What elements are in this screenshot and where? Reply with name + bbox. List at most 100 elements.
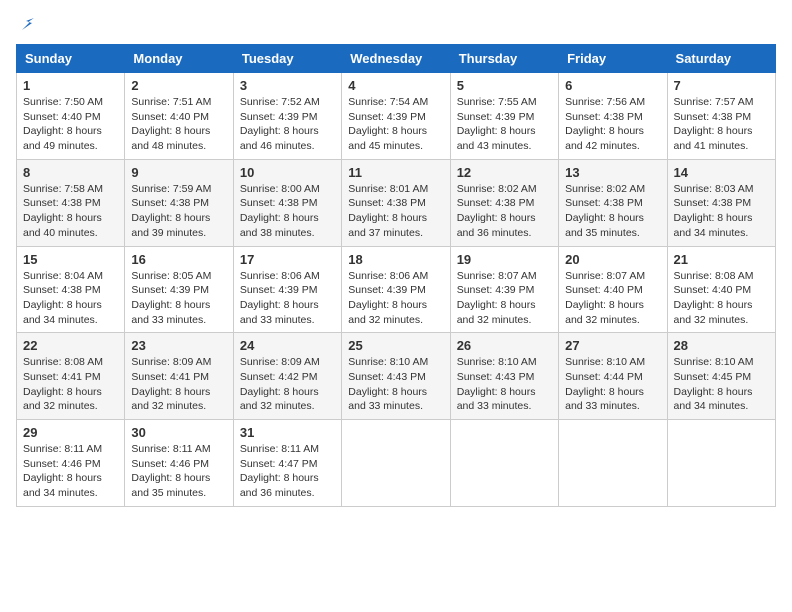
logo-bird-icon: [18, 16, 36, 34]
calendar-week-row: 15Sunrise: 8:04 AMSunset: 4:38 PMDayligh…: [17, 246, 776, 333]
calendar-day-cell: 10Sunrise: 8:00 AMSunset: 4:38 PMDayligh…: [233, 159, 341, 246]
day-info-line: and 32 minutes.: [348, 313, 443, 328]
calendar-day-cell: 27Sunrise: 8:10 AMSunset: 4:44 PMDayligh…: [559, 333, 667, 420]
day-info-line: and 32 minutes.: [131, 399, 226, 414]
day-info-line: Sunrise: 8:07 AM: [565, 269, 660, 284]
day-info-line: Sunset: 4:43 PM: [457, 370, 552, 385]
day-info-line: Daylight: 8 hours: [240, 298, 335, 313]
day-info-line: and 42 minutes.: [565, 139, 660, 154]
page-header: [16, 16, 776, 32]
day-info-line: and 39 minutes.: [131, 226, 226, 241]
calendar-day-cell: [559, 420, 667, 507]
day-info-line: Daylight: 8 hours: [674, 124, 769, 139]
day-info-line: Sunset: 4:39 PM: [240, 110, 335, 125]
day-info-line: Sunset: 4:42 PM: [240, 370, 335, 385]
day-info-line: Sunrise: 8:03 AM: [674, 182, 769, 197]
calendar-header-cell: Wednesday: [342, 45, 450, 73]
day-info-line: Sunset: 4:41 PM: [131, 370, 226, 385]
day-number: 2: [131, 78, 226, 93]
day-info-line: and 32 minutes.: [457, 313, 552, 328]
day-info-line: Sunrise: 8:11 AM: [240, 442, 335, 457]
calendar-day-cell: 29Sunrise: 8:11 AMSunset: 4:46 PMDayligh…: [17, 420, 125, 507]
day-info-line: Daylight: 8 hours: [240, 471, 335, 486]
day-number: 18: [348, 252, 443, 267]
day-info-line: Daylight: 8 hours: [565, 124, 660, 139]
calendar-day-cell: 18Sunrise: 8:06 AMSunset: 4:39 PMDayligh…: [342, 246, 450, 333]
day-info-line: Daylight: 8 hours: [457, 298, 552, 313]
day-info-line: Sunset: 4:47 PM: [240, 457, 335, 472]
calendar-day-cell: 14Sunrise: 8:03 AMSunset: 4:38 PMDayligh…: [667, 159, 775, 246]
day-info-line: Sunrise: 7:52 AM: [240, 95, 335, 110]
day-info-line: Sunrise: 8:10 AM: [674, 355, 769, 370]
calendar-header-cell: Sunday: [17, 45, 125, 73]
day-number: 20: [565, 252, 660, 267]
day-info-line: Sunset: 4:38 PM: [23, 283, 118, 298]
day-info-line: Daylight: 8 hours: [348, 124, 443, 139]
day-info-line: Sunrise: 8:08 AM: [23, 355, 118, 370]
day-info-line: Daylight: 8 hours: [131, 471, 226, 486]
day-info-line: Daylight: 8 hours: [674, 211, 769, 226]
calendar-day-cell: 22 Sunrise: 8:08 AMSunset: 4:41 PMDayligh…: [17, 333, 125, 420]
day-info-line: Sunrise: 7:59 AM: [131, 182, 226, 197]
day-number: 13: [565, 165, 660, 180]
day-info-line: Sunset: 4:39 PM: [240, 283, 335, 298]
day-info-line: Sunrise: 8:01 AM: [348, 182, 443, 197]
day-info-line: Daylight: 8 hours: [23, 385, 118, 400]
day-info-line: and 49 minutes.: [23, 139, 118, 154]
day-info-line: and 38 minutes.: [240, 226, 335, 241]
day-info-line: Sunrise: 7:51 AM: [131, 95, 226, 110]
day-info-line: and 32 minutes.: [674, 313, 769, 328]
day-number: 22: [23, 338, 118, 353]
day-info-line: Sunset: 4:38 PM: [674, 196, 769, 211]
calendar-day-cell: [342, 420, 450, 507]
day-info-line: Sunrise: 8:10 AM: [457, 355, 552, 370]
calendar-day-cell: 21Sunrise: 8:08 AMSunset: 4:40 PMDayligh…: [667, 246, 775, 333]
calendar-day-cell: 24Sunrise: 8:09 AMSunset: 4:42 PMDayligh…: [233, 333, 341, 420]
day-info-line: Sunset: 4:38 PM: [348, 196, 443, 211]
day-info-line: Sunset: 4:38 PM: [674, 110, 769, 125]
day-info-line: and 34 minutes.: [674, 226, 769, 241]
day-number: 27: [565, 338, 660, 353]
day-info-line: Daylight: 8 hours: [674, 385, 769, 400]
day-info-line: Sunrise: 7:57 AM: [674, 95, 769, 110]
day-info-line: Daylight: 8 hours: [565, 385, 660, 400]
day-info-line: Daylight: 8 hours: [457, 211, 552, 226]
day-info-line: and 33 minutes.: [565, 399, 660, 414]
day-info-line: and 32 minutes.: [565, 313, 660, 328]
calendar-day-cell: 4Sunrise: 7:54 AMSunset: 4:39 PMDaylight…: [342, 73, 450, 160]
day-info-line: and 34 minutes.: [23, 313, 118, 328]
calendar-table: SundayMondayTuesdayWednesdayThursdayFrid…: [16, 44, 776, 507]
calendar-day-cell: 6Sunrise: 7:56 AMSunset: 4:38 PMDaylight…: [559, 73, 667, 160]
day-info-line: and 32 minutes.: [23, 399, 118, 414]
day-number: 23: [131, 338, 226, 353]
day-info-line: Sunrise: 8:02 AM: [565, 182, 660, 197]
calendar-day-cell: 20Sunrise: 8:07 AMSunset: 4:40 PMDayligh…: [559, 246, 667, 333]
calendar-header-cell: Saturday: [667, 45, 775, 73]
day-number: 17: [240, 252, 335, 267]
day-number: 28: [674, 338, 769, 353]
calendar-day-cell: 8Sunrise: 7:58 AMSunset: 4:38 PMDaylight…: [17, 159, 125, 246]
day-info-line: Sunset: 4:41 PM: [23, 370, 118, 385]
day-info-line: Daylight: 8 hours: [674, 298, 769, 313]
day-number: 29: [23, 425, 118, 440]
day-info-line: and 36 minutes.: [457, 226, 552, 241]
day-info-line: Daylight: 8 hours: [240, 124, 335, 139]
day-info-line: Daylight: 8 hours: [457, 385, 552, 400]
day-info-line: Daylight: 8 hours: [131, 211, 226, 226]
day-info-line: Sunrise: 8:02 AM: [457, 182, 552, 197]
day-info-line: Sunset: 4:39 PM: [457, 283, 552, 298]
calendar-day-cell: 11Sunrise: 8:01 AMSunset: 4:38 PMDayligh…: [342, 159, 450, 246]
day-info-line: Daylight: 8 hours: [23, 298, 118, 313]
day-info-line: Sunrise: 8:08 AM: [674, 269, 769, 284]
calendar-header-row: SundayMondayTuesdayWednesdayThursdayFrid…: [17, 45, 776, 73]
calendar-day-cell: 17Sunrise: 8:06 AMSunset: 4:39 PMDayligh…: [233, 246, 341, 333]
day-info-line: Sunset: 4:45 PM: [674, 370, 769, 385]
logo: [16, 16, 36, 32]
day-number: 6: [565, 78, 660, 93]
day-info-line: Daylight: 8 hours: [240, 385, 335, 400]
calendar-week-row: 29Sunrise: 8:11 AMSunset: 4:46 PMDayligh…: [17, 420, 776, 507]
day-info-line: Sunrise: 8:09 AM: [131, 355, 226, 370]
day-number: 4: [348, 78, 443, 93]
day-info-line: Daylight: 8 hours: [131, 385, 226, 400]
day-info-line: Sunset: 4:39 PM: [348, 283, 443, 298]
